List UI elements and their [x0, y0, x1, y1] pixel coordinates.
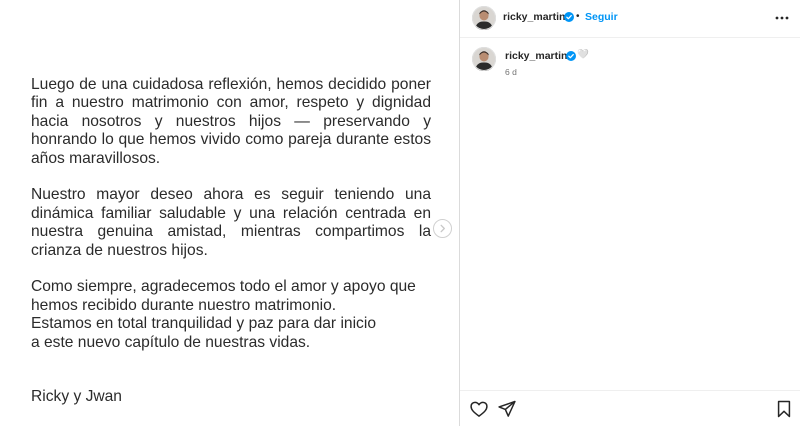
statement-paragraph-3-line-3: Estamos en total tranquilidad y paz para… [31, 315, 376, 333]
bookmark-icon[interactable] [774, 399, 794, 419]
chevron-right-icon [440, 224, 445, 233]
post-statement: Luego de una cuidadosa reflexión, hemos … [31, 76, 431, 406]
post-image: Luego de una cuidadosa reflexión, hemos … [0, 0, 460, 426]
caption-text: 🤍 [577, 49, 589, 60]
more-options-icon[interactable] [774, 10, 790, 26]
caption-username[interactable]: ricky_martin [505, 50, 567, 62]
post-header: ricky_martin • Seguir [460, 0, 800, 38]
caption-timestamp[interactable]: 6 d [505, 67, 517, 77]
statement-signature: Ricky y Jwan [31, 388, 122, 406]
statement-paragraph-3-line-1: Como siempre, agradecemos todo el amor y… [31, 278, 416, 296]
header-username[interactable]: ricky_martin [503, 11, 565, 23]
caption-avatar[interactable] [472, 47, 496, 71]
statement-paragraph-3-line-2: hemos recibido durante nuestro matrimoni… [31, 296, 337, 314]
follow-button[interactable]: Seguir [585, 11, 618, 23]
header-separator: • [576, 11, 580, 22]
statement-paragraph-1: Luego de una cuidadosa reflexión, hemos … [31, 76, 431, 167]
verified-badge-icon [564, 12, 574, 22]
next-slide-button[interactable] [433, 219, 452, 238]
action-bar [460, 390, 800, 426]
paper-plane-icon[interactable] [497, 399, 517, 419]
verified-badge-icon [566, 51, 576, 61]
statement-paragraph-3-line-4: a este nuevo capítulo de nuestras vidas. [31, 333, 311, 351]
avatar[interactable] [472, 6, 496, 30]
heart-icon[interactable] [469, 399, 489, 419]
statement-paragraph-2: Nuestro mayor deseo ahora es seguir teni… [31, 186, 431, 259]
post-side-panel: ricky_martin • Seguir ricky_martin 🤍 6 d [460, 0, 800, 426]
